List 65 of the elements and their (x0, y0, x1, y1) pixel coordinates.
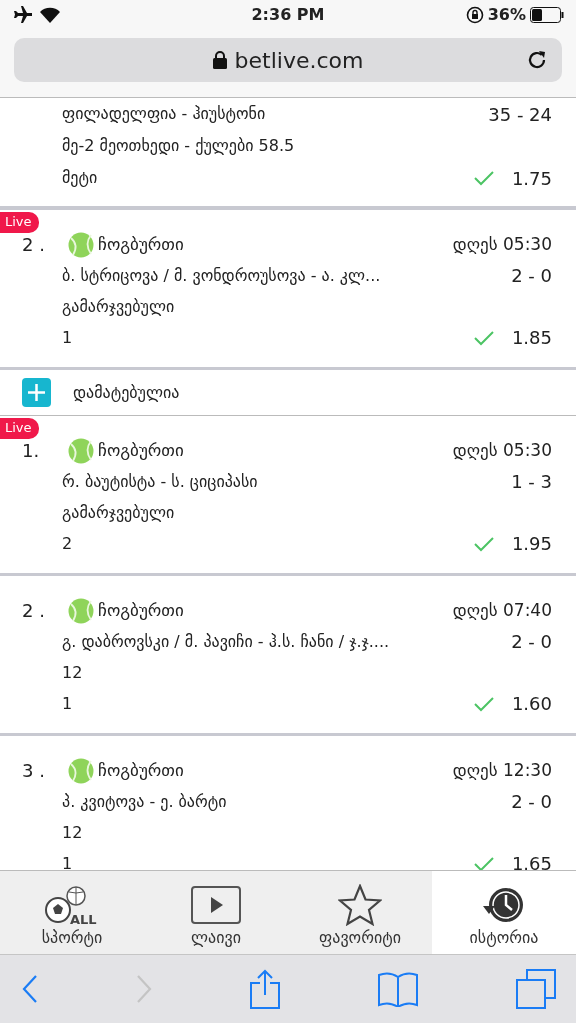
star-icon (338, 884, 382, 926)
back-icon[interactable] (22, 974, 38, 1004)
tab[interactable]: ისტორია (432, 871, 576, 954)
selection-text: 1 (62, 852, 74, 870)
odds-text: 1.95 (510, 532, 552, 556)
rotation-lock-icon (465, 6, 484, 24)
tab[interactable]: ფავორიტი (288, 871, 432, 954)
match-time: დღეს 05:30 (452, 438, 552, 462)
score-text: 35 - 24 (488, 102, 552, 127)
selection-text: 2 (62, 532, 74, 555)
market-text: მე-2 მეოთხედი - ქულები 58.5 (62, 135, 295, 157)
live-badge: Live (0, 418, 39, 439)
live-badge: Live (0, 212, 39, 233)
market-text: გამარჯვებული (62, 501, 175, 524)
score-text: 2 - 0 (511, 790, 552, 814)
tab[interactable]: ALL სპორტი (0, 871, 144, 954)
selection-text: 1 (62, 692, 74, 715)
score-text: 2 - 0 (511, 630, 552, 654)
odds-text: 1.60 (510, 692, 552, 716)
tabs-icon[interactable] (516, 969, 556, 1009)
selection-text: მეტი (62, 167, 99, 189)
bet-number: 2 . (22, 599, 46, 623)
status-time: 2:36 PM (250, 4, 326, 26)
plus-icon (22, 378, 51, 407)
lock-icon (212, 51, 227, 69)
bet-number: 3 . (22, 759, 46, 783)
airplane-icon (12, 6, 32, 24)
market-text: 12 (62, 821, 83, 844)
score-text: 2 - 0 (511, 264, 552, 288)
battery-percent: 36% (487, 4, 526, 26)
match-time: დღეს 12:30 (452, 758, 552, 782)
selection-text: 1 (62, 326, 74, 349)
address-field[interactable]: betlive.com (14, 38, 562, 82)
teams-text: ფილადელფია - ჰიუსტონი (62, 103, 267, 125)
match-time: დღეს 05:30 (452, 232, 552, 256)
bet-number: 1. (22, 439, 41, 463)
bookmarks-icon[interactable] (378, 971, 418, 1007)
tennis-ball-icon (68, 757, 94, 784)
odds-text: 1.75 (510, 166, 552, 191)
teams-text: პ. კვიტოვა - ე. ბარტი (62, 790, 228, 813)
tennis-ball-icon (68, 597, 94, 624)
url-text: betlive.com (234, 46, 364, 75)
teams-text: რ. ბაუტისტა - ს. ციციპასი (62, 470, 259, 493)
market-text: 12 (62, 661, 83, 684)
sport-name: ჩოგბურთი (98, 758, 185, 782)
sport-name: ჩოგბურთი (98, 438, 185, 462)
play-icon (188, 884, 244, 926)
teams-text: ბ. სტრიცოვა / მ. ვონდროუსოვა - ა. კლ... (62, 264, 382, 287)
notice-text: დამატებულია (73, 381, 180, 404)
score-text: 1 - 3 (511, 470, 552, 494)
odds-text: 1.65 (510, 852, 552, 870)
match-time: დღეს 07:40 (452, 598, 552, 622)
wifi-icon (40, 7, 60, 23)
share-icon[interactable] (250, 969, 280, 1009)
bet-number: 2 . (22, 233, 46, 257)
tennis-ball-icon (68, 231, 94, 258)
tab[interactable]: ლაივი (144, 871, 288, 954)
teams-text: გ. დაბროვსკი / მ. პავიჩი - ჰ.ს. ჩანი / ჯ.ჯ.... (62, 630, 391, 653)
sport-name: ჩოგბურთი (98, 232, 185, 256)
odds-text: 1.85 (510, 326, 552, 350)
battery-icon (530, 7, 564, 23)
market-text: გამარჯვებული (62, 295, 175, 318)
reload-icon[interactable] (526, 49, 548, 71)
sport-name: ჩოგბურთი (98, 598, 185, 622)
tennis-ball-icon (68, 437, 94, 464)
